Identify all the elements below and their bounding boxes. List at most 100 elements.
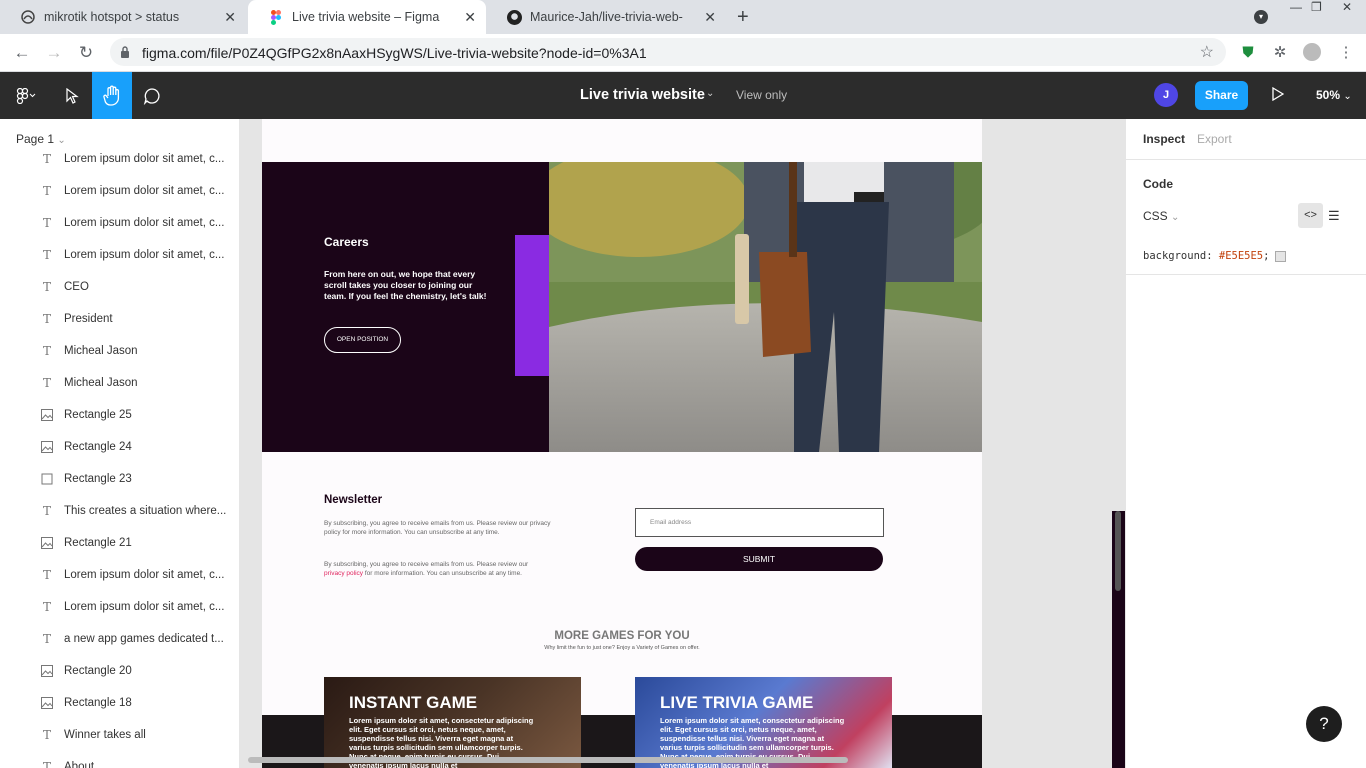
forward-icon[interactable]: → [43, 42, 65, 64]
file-title[interactable]: Live trivia website [580, 87, 705, 103]
figma-favicon-icon [268, 9, 284, 25]
back-icon[interactable]: ← [11, 42, 33, 64]
careers-title: Careers [324, 235, 369, 249]
help-button[interactable]: ? [1306, 706, 1342, 742]
layer-row[interactable]: T Lorem ipsum dolor sit amet, c... [0, 591, 239, 623]
figma-main-menu-button[interactable] [6, 72, 46, 119]
bookmark-star-icon[interactable]: ☆ [1200, 42, 1214, 62]
zoom-level[interactable]: 50% ⌄ [1316, 88, 1352, 102]
text-layer-icon: T [42, 152, 51, 166]
layer-row[interactable]: T Lorem ipsum dolor sit amet, c... [0, 239, 239, 271]
layer-row[interactable]: T President [0, 303, 239, 335]
browser-tab-mikrotik[interactable]: mikrotik hotspot > status ✕ [0, 0, 246, 34]
chevron-down-icon[interactable]: ⌄ [706, 88, 714, 99]
tab-export[interactable]: Export [1197, 132, 1232, 146]
tab-title: mikrotik hotspot > status [44, 10, 180, 24]
layer-name: Lorem ipsum dolor sit amet, c... [64, 249, 225, 261]
text-layer-icon: T [42, 728, 51, 742]
layer-row[interactable]: Rectangle 25 [0, 399, 239, 431]
rectangle-layer-icon [41, 473, 53, 485]
layer-row[interactable]: T This creates a situation where... [0, 495, 239, 527]
purple-accent-block [515, 235, 549, 376]
layer-row[interactable]: Rectangle 24 [0, 431, 239, 463]
tab-title: Live trivia website – Figma [292, 10, 440, 24]
layer-row[interactable]: T Lorem ipsum dolor sit amet, c... [0, 559, 239, 591]
layer-row[interactable]: Rectangle 23 [0, 463, 239, 495]
comment-tool-button[interactable] [132, 72, 172, 119]
figma-logo-icon [16, 87, 36, 104]
close-window-icon[interactable]: ✕ [1342, 0, 1352, 14]
layer-name: About [64, 761, 95, 768]
layer-row[interactable]: Rectangle 20 [0, 655, 239, 687]
layer-name: Lorem ipsum dolor sit amet, c... [64, 185, 225, 197]
close-tab-icon[interactable]: ✕ [224, 9, 236, 25]
image-layer-icon [41, 537, 53, 549]
minimize-icon[interactable]: — [1290, 0, 1302, 14]
layer-name: Micheal Jason [64, 377, 138, 389]
layer-row[interactable]: T Lorem ipsum dolor sit amet, c... [0, 175, 239, 207]
layer-row[interactable]: T CEO [0, 271, 239, 303]
tab-inspect[interactable]: Inspect [1143, 132, 1185, 146]
shield-extension-icon[interactable]: ⛊ [1238, 43, 1258, 63]
open-position-button[interactable]: OPEN POSITION [324, 327, 401, 353]
user-avatar[interactable]: J [1154, 83, 1178, 107]
live-trivia-game-card[interactable]: LIVE TRIVIA GAME Lorem ipsum dolor sit a… [635, 677, 892, 768]
reload-icon[interactable]: ↻ [75, 42, 97, 64]
close-tab-icon[interactable]: ✕ [704, 9, 716, 25]
divider [1126, 274, 1366, 275]
careers-body: From here on out, we hope that every scr… [324, 269, 487, 301]
profile-avatar-icon[interactable] [1302, 43, 1322, 63]
move-tool-button[interactable] [52, 72, 92, 119]
layer-row[interactable]: Ta new app games dedicated t... [0, 623, 239, 655]
image-layer-icon [41, 697, 53, 709]
new-tab-icon[interactable]: + [737, 7, 749, 27]
tab-search-icon[interactable]: ▾ [1254, 10, 1268, 24]
present-play-icon[interactable] [1272, 86, 1286, 103]
text-layer-icon: T [42, 344, 51, 358]
layer-row[interactable]: Rectangle 21 [0, 527, 239, 559]
layer-row[interactable]: Rectangle 18 [0, 687, 239, 719]
browser-menu-icon[interactable]: ⋮ [1336, 43, 1356, 63]
text-layer-icon: T [42, 248, 51, 262]
image-layer-icon [41, 409, 53, 421]
instant-game-card[interactable]: INSTANT GAME Lorem ipsum dolor sit amet,… [324, 677, 581, 768]
github-favicon-icon [506, 9, 522, 25]
layer-name: Rectangle 18 [64, 697, 132, 709]
list-view-icon[interactable]: ☰ [1328, 208, 1340, 224]
privacy-policy-link[interactable]: privacy policy [324, 570, 363, 577]
chevron-down-icon: ⌄ [1171, 212, 1180, 223]
maximize-icon[interactable]: ❐ [1311, 0, 1322, 14]
color-swatch [1275, 250, 1287, 262]
share-button[interactable]: Share [1195, 81, 1248, 110]
mikrotik-favicon-icon [20, 9, 36, 25]
layer-name: Rectangle 20 [64, 665, 132, 677]
text-layer-icon: T [42, 760, 51, 768]
language-select[interactable]: CSS ⌄ [1143, 209, 1179, 223]
close-tab-icon[interactable]: ✕ [464, 9, 476, 25]
extensions-puzzle-icon[interactable]: ✲ [1270, 43, 1290, 63]
image-layer-icon [41, 665, 53, 677]
layer-row[interactable]: T Winner takes all [0, 719, 239, 751]
address-bar: ← → ↻ figma.com/file/P0Z4QGfPG2x8nAaxHSy… [0, 34, 1366, 72]
browser-tab-figma[interactable]: Live trivia website – Figma ✕ [248, 0, 486, 34]
horizontal-scrollbar[interactable] [248, 757, 848, 763]
layer-row[interactable]: T About [0, 751, 239, 768]
code-view-icon[interactable]: <> [1298, 203, 1323, 228]
more-games-title: MORE GAMES FOR YOU [554, 630, 690, 642]
scrollbar-thumb[interactable] [1115, 511, 1121, 591]
tab-title: Maurice-Jah/live-trivia-web- [530, 10, 683, 24]
layer-name: This creates a situation where... [64, 505, 227, 517]
newsletter-section: Newsletter By subscribing, you agree to … [262, 452, 982, 715]
browser-tab-github[interactable]: Maurice-Jah/live-trivia-web- ✕ [486, 0, 726, 34]
layer-row[interactable]: T Micheal Jason [0, 335, 239, 367]
layer-row[interactable]: T Micheal Jason [0, 367, 239, 399]
vertical-scrollbar[interactable] [1112, 511, 1125, 768]
hand-tool-button[interactable] [92, 72, 132, 119]
email-field[interactable]: Email address [635, 508, 884, 537]
layer-row[interactable]: T Lorem ipsum dolor sit amet, c... [0, 207, 239, 239]
design-canvas[interactable]: Careers From here on out, we hope that e… [240, 119, 1125, 768]
submit-button[interactable]: SUBMIT [635, 547, 883, 571]
layer-row[interactable]: T Lorem ipsum dolor sit amet, c... [0, 143, 239, 175]
url-field[interactable]: figma.com/file/P0Z4QGfPG2x8nAaxHSygWS/Li… [110, 38, 1226, 66]
website-frame[interactable]: Careers From here on out, we hope that e… [262, 119, 982, 768]
